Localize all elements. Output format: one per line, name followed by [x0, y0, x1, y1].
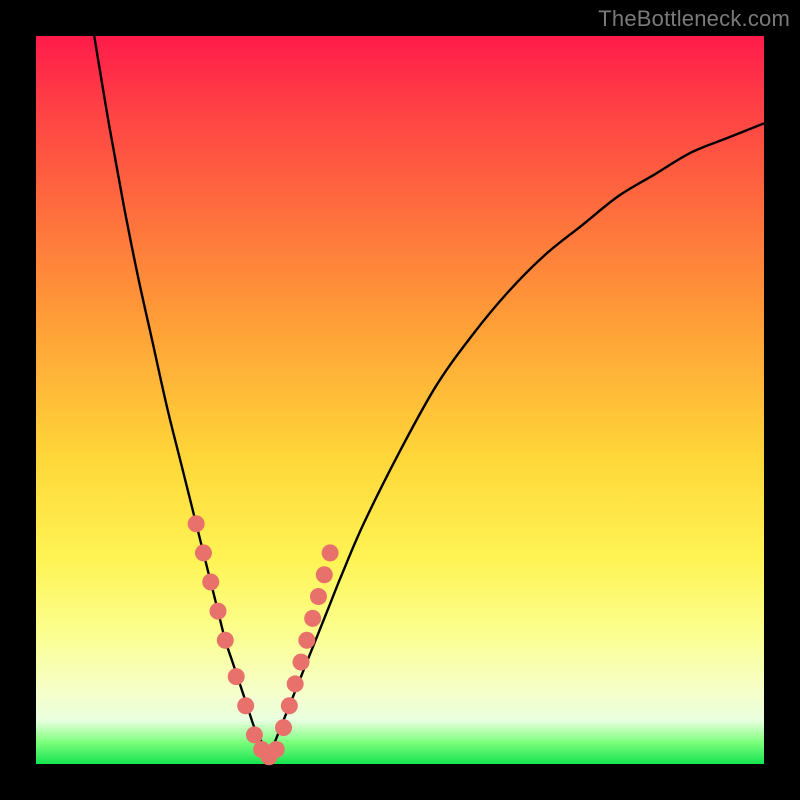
point-marker — [237, 697, 254, 714]
chart-frame: TheBottleneck.com — [0, 0, 800, 800]
point-marker — [322, 544, 339, 561]
point-marker — [281, 697, 298, 714]
point-marker — [202, 574, 219, 591]
point-marker — [292, 654, 309, 671]
point-marker — [310, 588, 327, 605]
point-marker — [298, 632, 315, 649]
point-marker — [275, 719, 292, 736]
point-marker — [316, 566, 333, 583]
point-marker — [210, 603, 227, 620]
point-marker — [268, 741, 285, 758]
point-marker — [287, 675, 304, 692]
point-marker — [304, 610, 321, 627]
point-marker — [188, 515, 205, 532]
left-curve — [94, 36, 269, 757]
point-marker — [228, 668, 245, 685]
point-marker — [195, 544, 212, 561]
curve-lines — [94, 36, 764, 757]
right-curve — [269, 123, 764, 756]
chart-svg — [36, 36, 764, 764]
point-marker — [246, 726, 263, 743]
point-marker — [217, 632, 234, 649]
plot-area — [36, 36, 764, 764]
watermark-text: TheBottleneck.com — [598, 6, 790, 32]
